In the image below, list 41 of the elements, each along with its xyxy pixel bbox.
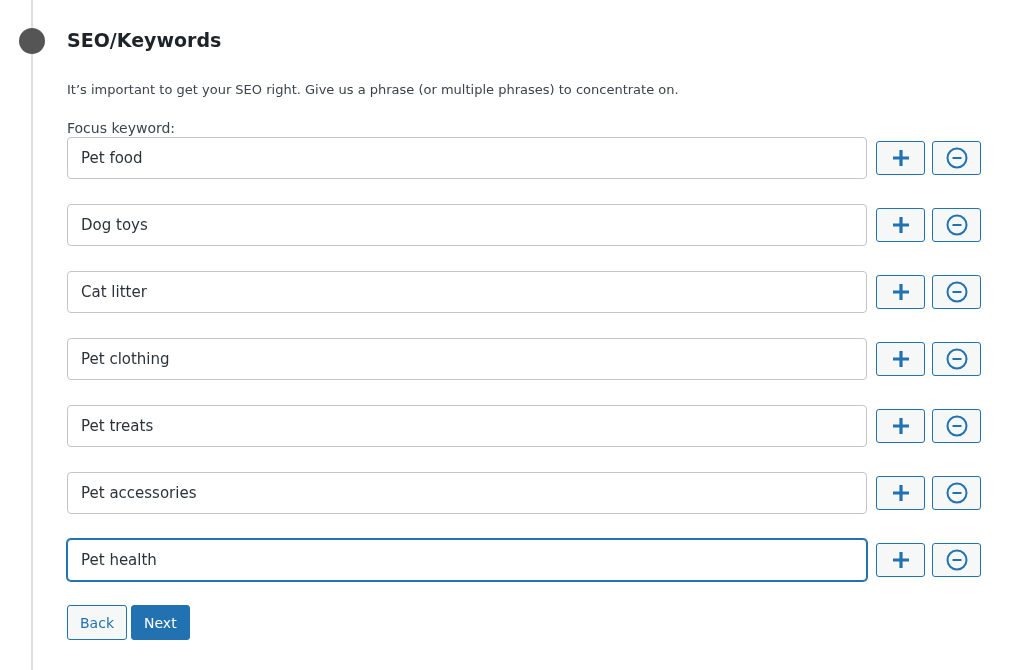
minus-circle-icon	[945, 482, 968, 504]
remove-button[interactable]	[932, 342, 981, 376]
keyword-field[interactable]: Cat litter	[67, 271, 867, 313]
minus-circle-icon	[945, 549, 968, 571]
plus-icon	[891, 216, 910, 234]
keyword-field[interactable]: Pet clothing	[67, 338, 867, 380]
add-button[interactable]	[876, 208, 925, 242]
add-button[interactable]	[876, 141, 925, 175]
minus-circle-icon	[945, 281, 968, 303]
plus-icon	[891, 149, 910, 167]
keyword-field[interactable]: Pet accessories	[67, 472, 867, 514]
back-button[interactable]: Back	[67, 605, 127, 640]
add-button[interactable]	[876, 275, 925, 309]
step-marker	[19, 28, 45, 54]
add-button[interactable]	[876, 409, 925, 443]
keyword-field[interactable]: Pet treats	[67, 405, 867, 447]
minus-circle-icon	[945, 348, 968, 370]
add-button[interactable]	[876, 543, 925, 577]
step-description: It’s important to get your SEO right. Give us a phrase (or multiple phrases) to concentrate on.	[67, 81, 680, 99]
step-title: SEO/Keywords	[67, 28, 223, 53]
plus-icon	[891, 417, 910, 435]
plus-icon	[891, 283, 910, 301]
keyword-field[interactable]: Pet health	[67, 539, 867, 581]
keyword-field[interactable]: Dog toys	[67, 204, 867, 246]
remove-button[interactable]	[932, 476, 981, 510]
next-button[interactable]: Next	[131, 605, 190, 640]
remove-button[interactable]	[932, 208, 981, 242]
minus-circle-icon	[945, 415, 968, 437]
remove-button[interactable]	[932, 275, 981, 309]
plus-icon	[891, 484, 910, 502]
keyword-field[interactable]: Pet food	[67, 137, 867, 179]
remove-button[interactable]	[932, 409, 981, 443]
minus-circle-icon	[945, 147, 968, 169]
plus-icon	[891, 350, 910, 368]
plus-icon	[891, 551, 910, 569]
add-button[interactable]	[876, 476, 925, 510]
add-button[interactable]	[876, 342, 925, 376]
remove-button[interactable]	[932, 543, 981, 577]
minus-circle-icon	[945, 214, 968, 236]
remove-button[interactable]	[932, 141, 981, 175]
field-label: Focus keyword:	[67, 119, 177, 137]
